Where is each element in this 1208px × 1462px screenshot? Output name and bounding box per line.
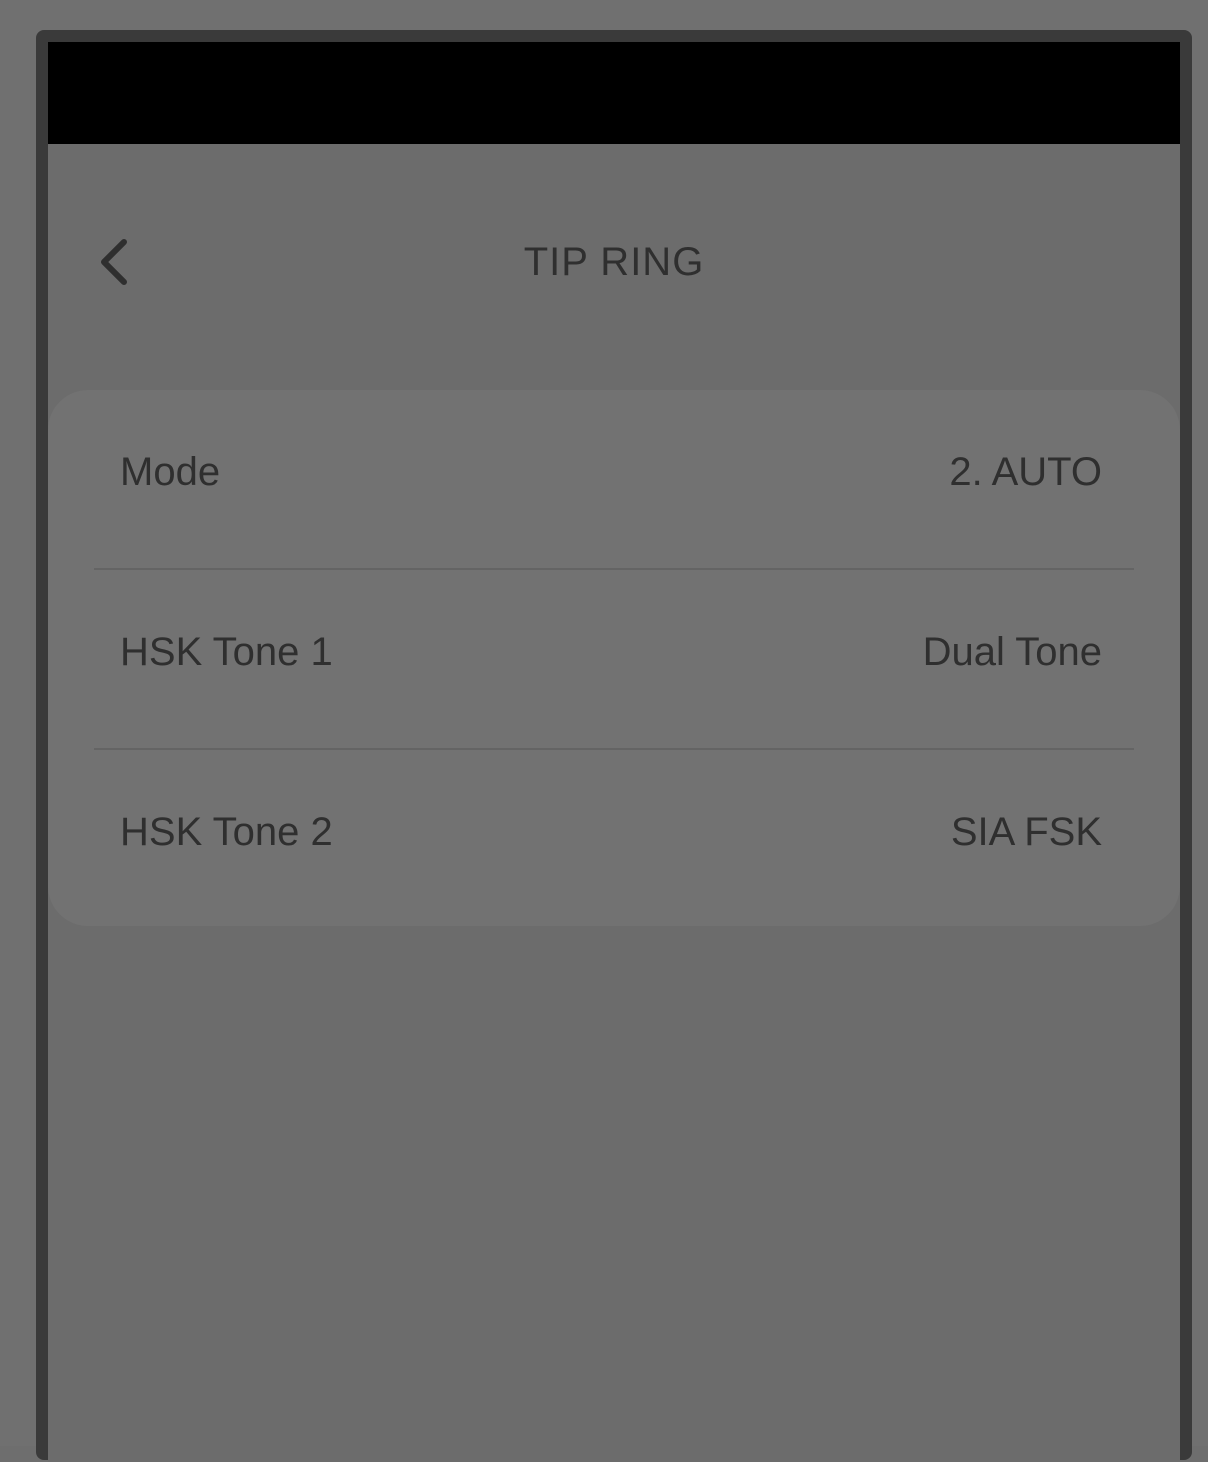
device-frame: TIP RING Mode 2. AUTO HSK Tone 1 Dual To… [36,30,1192,1462]
dimmed-overlay: TIP RING Mode 2. AUTO HSK Tone 1 Dual To… [0,0,1208,1462]
settings-card: Mode 2. AUTO HSK Tone 1 Dual Tone HSK To… [48,390,1180,926]
setting-row-mode[interactable]: Mode 2. AUTO [48,390,1180,570]
setting-value-hsk-tone-2: SIA FSK [950,810,1102,854]
setting-row-hsk-tone-2[interactable]: HSK Tone 2 SIA FSK [48,750,1180,930]
setting-row-hsk-tone-1[interactable]: HSK Tone 1 Dual Tone [48,570,1180,750]
setting-value-hsk-tone-1: Dual Tone [922,630,1102,674]
nav-header: TIP RING [48,144,1180,384]
setting-label-hsk-tone-2: HSK Tone 2 [120,810,333,854]
status-bar [48,42,1180,144]
setting-label-hsk-tone-1: HSK Tone 1 [120,630,333,674]
setting-value-mode: 2. AUTO [949,450,1102,494]
app-screen: TIP RING Mode 2. AUTO HSK Tone 1 Dual To… [48,42,1180,1462]
page-title: TIP RING [523,240,705,284]
setting-label-mode: Mode [120,450,221,494]
